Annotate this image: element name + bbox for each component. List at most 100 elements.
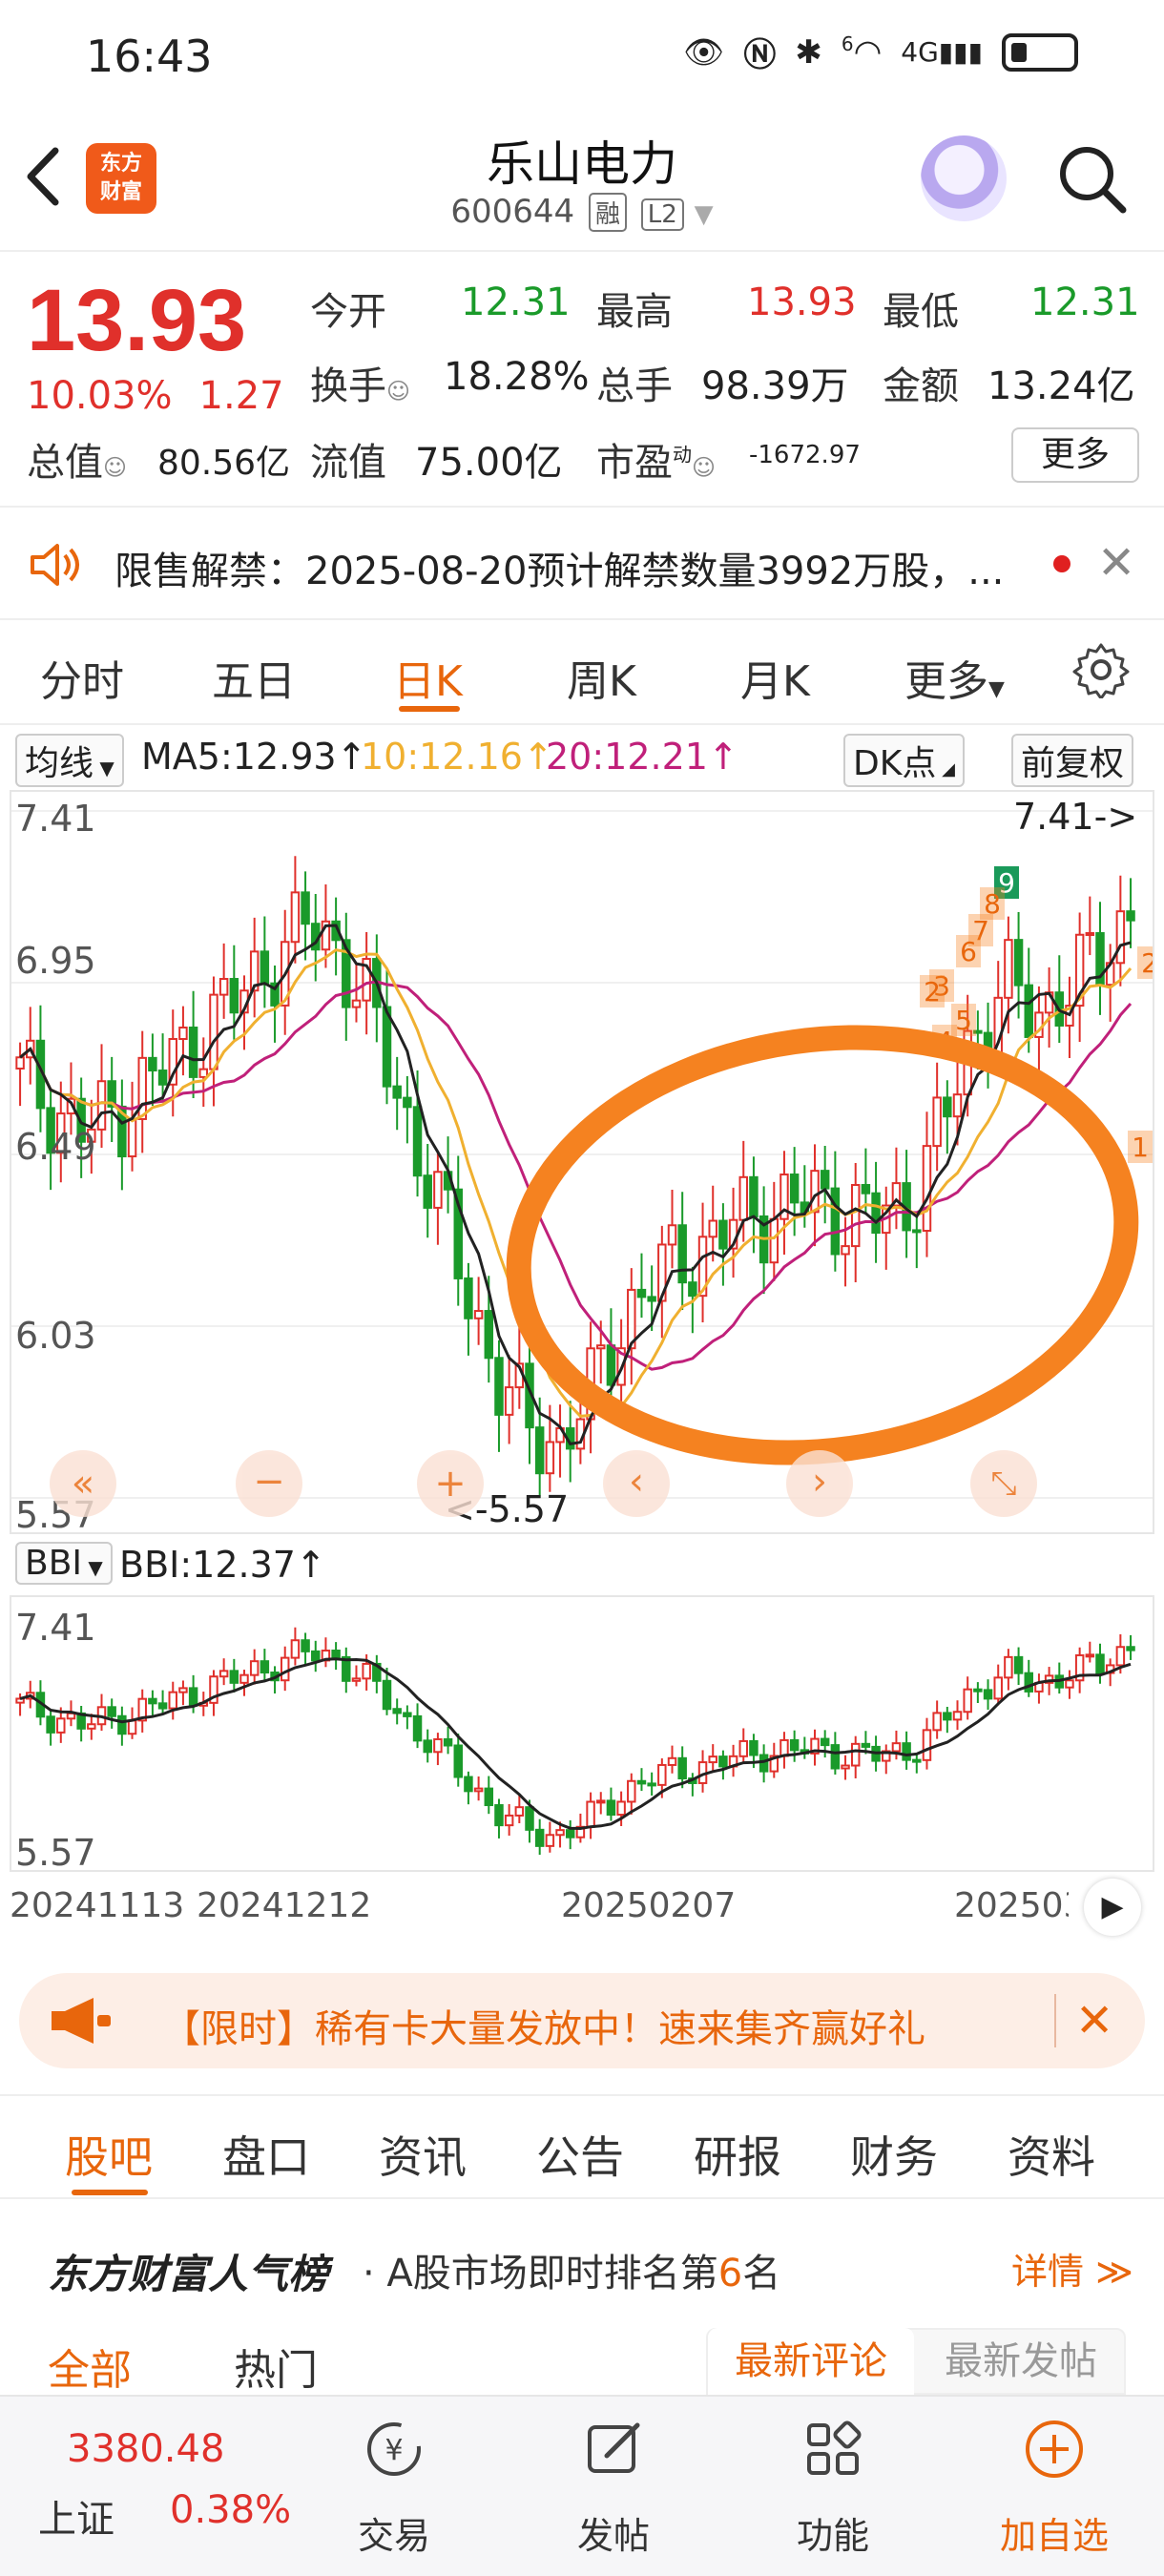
tab-hot[interactable]: 热门 xyxy=(234,2336,318,2397)
sub-candle xyxy=(107,1706,116,1717)
tab-five-day[interactable]: 五日 xyxy=(212,647,296,708)
sub-candle xyxy=(565,1829,575,1839)
sub-candle xyxy=(260,1660,270,1674)
svg-text:¥: ¥ xyxy=(385,2434,403,2467)
nav-function[interactable]: 功能 xyxy=(761,2416,904,2559)
fullscreen-icon[interactable]: ⤡ xyxy=(970,1450,1037,1517)
bbi-indicator-row: BBI ▼ BBI:12.37↑ xyxy=(0,1538,1164,1595)
sub-candle xyxy=(1095,1653,1105,1674)
bbi-line xyxy=(19,1657,1132,1831)
close-icon[interactable]: ✕ xyxy=(1097,536,1135,590)
sub-candle xyxy=(280,1656,290,1682)
tab-order-book[interactable]: 盘口 xyxy=(222,2123,310,2186)
dropdown-triangle-icon[interactable]: ▼ xyxy=(695,200,714,229)
tab-news[interactable]: 资讯 xyxy=(379,2123,467,2186)
candle xyxy=(871,1192,881,1235)
promo-banner[interactable]: 【限时】稀有卡大量发放中！速来集齐赢好礼 ✕ xyxy=(19,1973,1145,2068)
tab-finance[interactable]: 财务 xyxy=(850,2123,938,2186)
feed-tabs: 全部 热门 最新评论 最新发帖 xyxy=(0,2309,1164,2395)
candle xyxy=(473,1310,484,1319)
sub-candle xyxy=(586,1800,595,1828)
ma10-value: 10:12.16↑ xyxy=(361,736,553,778)
sub-candle xyxy=(117,1714,127,1735)
popularity-rank-row[interactable]: 东方财富人气榜 · A股市场即时排名第6名 详情 ≫ xyxy=(0,2204,1164,2309)
sub-candle xyxy=(331,1650,341,1658)
fast-backward-icon[interactable]: « xyxy=(50,1450,116,1517)
dk-point-selector[interactable]: DK点 ◢ xyxy=(843,734,965,787)
ma5-value: MA5:12.93↑ xyxy=(141,736,367,778)
bbi-chart[interactable]: 7.41 5.57 xyxy=(10,1595,1154,1874)
info-circle-icon[interactable]: ☺ xyxy=(103,454,127,481)
signal-icon: 4G▮▮▮ xyxy=(901,36,983,68)
high-value: 13.93 xyxy=(747,280,857,324)
rank-number: 6 xyxy=(717,2252,743,2296)
quote-panel: 13.93 10.03% 1.27 今开 12.31 最高 13.93 最低 12… xyxy=(0,250,1164,488)
adjust-selector[interactable]: 前复权 xyxy=(1011,734,1134,787)
open-value: 12.31 xyxy=(461,280,571,324)
zoom-in-icon[interactable]: + xyxy=(417,1450,484,1517)
kline-chart[interactable]: 9876543221 7.41 6.95 6.49 6.03 5.57 7.41… xyxy=(10,790,1154,1536)
tab-latest-post[interactable]: 最新发帖 xyxy=(916,2328,1126,2395)
index-value[interactable]: 3380.48 xyxy=(67,2427,224,2471)
scroll-right-icon[interactable]: ▶ xyxy=(1084,1879,1141,1936)
nav-post[interactable]: 发帖 xyxy=(542,2416,685,2559)
candle xyxy=(636,1288,647,1298)
search-icon[interactable] xyxy=(1054,141,1131,218)
robot-avatar-icon[interactable] xyxy=(921,135,1007,221)
candle xyxy=(647,1296,656,1302)
candle xyxy=(545,1441,555,1475)
candle xyxy=(677,1224,687,1284)
candle xyxy=(534,1426,545,1475)
back-button[interactable] xyxy=(19,143,76,219)
tab-profile[interactable]: 资料 xyxy=(1008,2123,1095,2186)
step-right-icon[interactable]: › xyxy=(786,1450,853,1517)
tab-all[interactable]: 全部 xyxy=(48,2336,132,2397)
more-button[interactable]: 更多 xyxy=(1011,427,1139,483)
info-circle-icon[interactable]: ☺ xyxy=(386,378,410,405)
sub-candle xyxy=(514,1806,525,1817)
x-tick-label: 20250207 xyxy=(561,1886,737,1925)
yuan-exchange-icon: ¥ xyxy=(322,2416,466,2499)
tab-more[interactable]: 更多▼ xyxy=(904,647,1005,708)
candle xyxy=(708,1219,717,1238)
bbi-selector[interactable]: BBI ▼ xyxy=(15,1542,113,1585)
info-circle-icon[interactable]: ☺ xyxy=(692,454,716,481)
notice-bar[interactable]: 限售解禁：2025-08-20预计解禁数量3992万股，... ✕ xyxy=(0,506,1164,620)
candle xyxy=(188,1026,198,1078)
nav-add-watchlist[interactable]: 加自选 xyxy=(983,2416,1126,2559)
float-label: 流值 xyxy=(310,441,386,485)
tab-intraday[interactable]: 分时 xyxy=(40,647,124,708)
price-change-row: 10.03% 1.27 xyxy=(27,374,284,418)
sub-candle xyxy=(738,1739,748,1757)
settings-gear-icon[interactable] xyxy=(1072,641,1130,702)
tab-latest-comment[interactable]: 最新评论 xyxy=(708,2328,914,2395)
tab-forum[interactable]: 股吧 xyxy=(65,2123,153,2186)
candle xyxy=(178,1026,188,1041)
sub-candle xyxy=(423,1739,432,1754)
sub-candle xyxy=(525,1806,534,1831)
tab-announcements[interactable]: 公告 xyxy=(536,2123,624,2186)
tab-monthly-k[interactable]: 月K xyxy=(740,647,810,708)
y-tick-label: 6.03 xyxy=(15,1315,96,1357)
candle xyxy=(15,1056,25,1070)
sub-candle xyxy=(820,1737,830,1747)
sub-candle xyxy=(636,1779,647,1785)
tab-research[interactable]: 研报 xyxy=(694,2123,781,2186)
step-left-icon[interactable]: ‹ xyxy=(603,1450,670,1517)
tab-weekly-k[interactable]: 周K xyxy=(567,647,636,708)
close-icon[interactable]: ✕ xyxy=(1054,1994,1113,2047)
sub-candle xyxy=(555,1829,565,1837)
change-amount: 1.27 xyxy=(198,374,284,418)
nav-trade[interactable]: ¥ 交易 xyxy=(322,2416,466,2559)
rank-detail-link[interactable]: 详情 ≫ xyxy=(1011,2242,1133,2295)
x-tick-label: 20241113 xyxy=(10,1886,185,1925)
date-axis: 20241113 20241212 20250207 20250321 ▶ xyxy=(10,1875,1154,1942)
candle xyxy=(810,1170,820,1214)
zoom-out-icon[interactable]: − xyxy=(236,1450,302,1517)
sub-candle xyxy=(188,1687,198,1707)
ma-selector[interactable]: 均线 ▼ xyxy=(15,734,124,787)
bbi-value: BBI:12.37↑ xyxy=(119,1544,326,1586)
megaphone-icon xyxy=(48,1996,114,2049)
tab-daily-k[interactable]: 日K xyxy=(393,647,463,708)
sub-candle xyxy=(718,1755,728,1768)
